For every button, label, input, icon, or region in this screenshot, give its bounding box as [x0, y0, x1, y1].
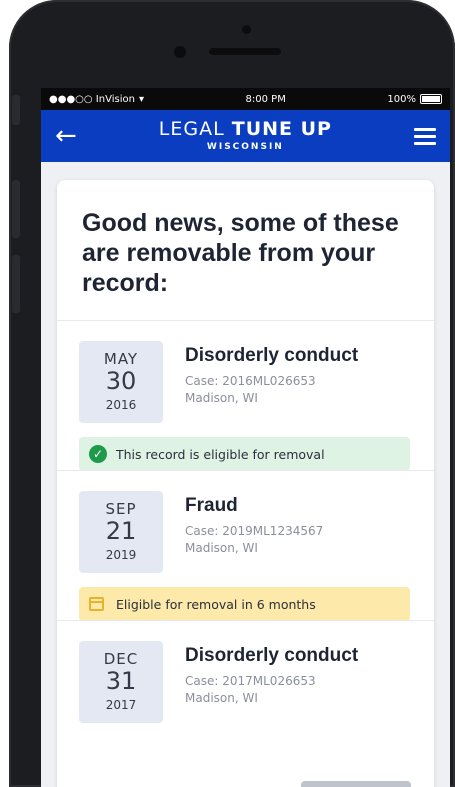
date-year: 2016: [105, 398, 137, 412]
phone-frame: ●●●○○ InVision ▾ 8:00 PM 100% ← LEGAL TU…: [9, 0, 455, 787]
check-circle-icon: ✓: [89, 445, 107, 463]
date-year: 2019: [105, 548, 137, 562]
record-location: Madison, WI: [185, 541, 258, 555]
status-text: Eligible for removal in 6 months: [116, 596, 316, 612]
record-title: Disorderly conduct: [185, 645, 359, 666]
front-camera: [174, 46, 186, 58]
date-month: DEC: [103, 650, 139, 668]
status-text: This record is eligible for removal: [116, 446, 325, 462]
logo-subtitle: WISCONSIN: [206, 142, 284, 152]
date-month: MAY: [103, 350, 139, 368]
record-location: Madison, WI: [185, 391, 258, 405]
hamburger-menu-icon[interactable]: [413, 124, 436, 149]
date-badge: SEP 21 2019: [79, 491, 163, 573]
records-card: Good news, some of these are removable f…: [57, 180, 434, 787]
app-logo: LEGAL TUNE UP WISCONSIN: [159, 120, 332, 152]
eligibility-status: Eligible for removal in 6 months: [79, 587, 410, 621]
date-day: 31: [105, 667, 137, 695]
date-badge: MAY 30 2016: [79, 341, 163, 423]
date-year: 2017: [105, 698, 137, 712]
phone-screen: ●●●○○ InVision ▾ 8:00 PM 100% ← LEGAL TU…: [41, 88, 450, 787]
eligibility-status: ✓ This record is eligible for removal: [79, 437, 410, 471]
earpiece-speaker: [209, 48, 281, 55]
record-item[interactable]: MAY 30 2016 Disorderly conduct Case: 201…: [57, 320, 434, 471]
app-header: ← LEGAL TUNE UP WISCONSIN: [41, 110, 450, 162]
record-case-number: Case: 2017ML026653: [185, 674, 316, 688]
record-case-number: Case: 2016ML026653: [185, 374, 316, 388]
battery-icon: [419, 94, 442, 104]
sensor-dot: [242, 25, 251, 34]
status-bar: ●●●○○ InVision ▾ 8:00 PM 100%: [41, 88, 450, 110]
volume-up-button: [12, 180, 20, 238]
wifi-icon: ▾: [138, 93, 144, 105]
bottom-button-peek[interactable]: [301, 781, 411, 787]
record-item[interactable]: DEC 31 2017 Disorderly conduct Case: 201…: [57, 620, 434, 770]
logo-bold: TUNE UP: [231, 118, 332, 140]
mute-switch: [12, 95, 20, 125]
record-location: Madison, WI: [185, 691, 258, 705]
logo-prefix: LEGAL: [158, 118, 232, 140]
battery-percent: 100%: [387, 93, 416, 105]
date-day: 21: [105, 517, 137, 545]
record-title: Disorderly conduct: [185, 345, 359, 366]
calendar-icon: [89, 597, 104, 611]
date-badge: DEC 31 2017: [79, 641, 163, 723]
record-title: Fraud: [185, 495, 238, 516]
page-title: Good news, some of these are removable f…: [82, 209, 399, 297]
arrow-left-icon[interactable]: ←: [55, 123, 77, 149]
volume-down-button: [12, 255, 20, 313]
record-case-number: Case: 2019ML1234567: [185, 524, 324, 538]
status-time: 8:00 PM: [245, 93, 286, 105]
record-item[interactable]: SEP 21 2019 Fraud Case: 2019ML1234567 Ma…: [57, 470, 434, 621]
date-month: SEP: [105, 500, 137, 518]
carrier-label: ●●●○○ InVision: [49, 93, 135, 105]
date-day: 30: [105, 367, 137, 395]
